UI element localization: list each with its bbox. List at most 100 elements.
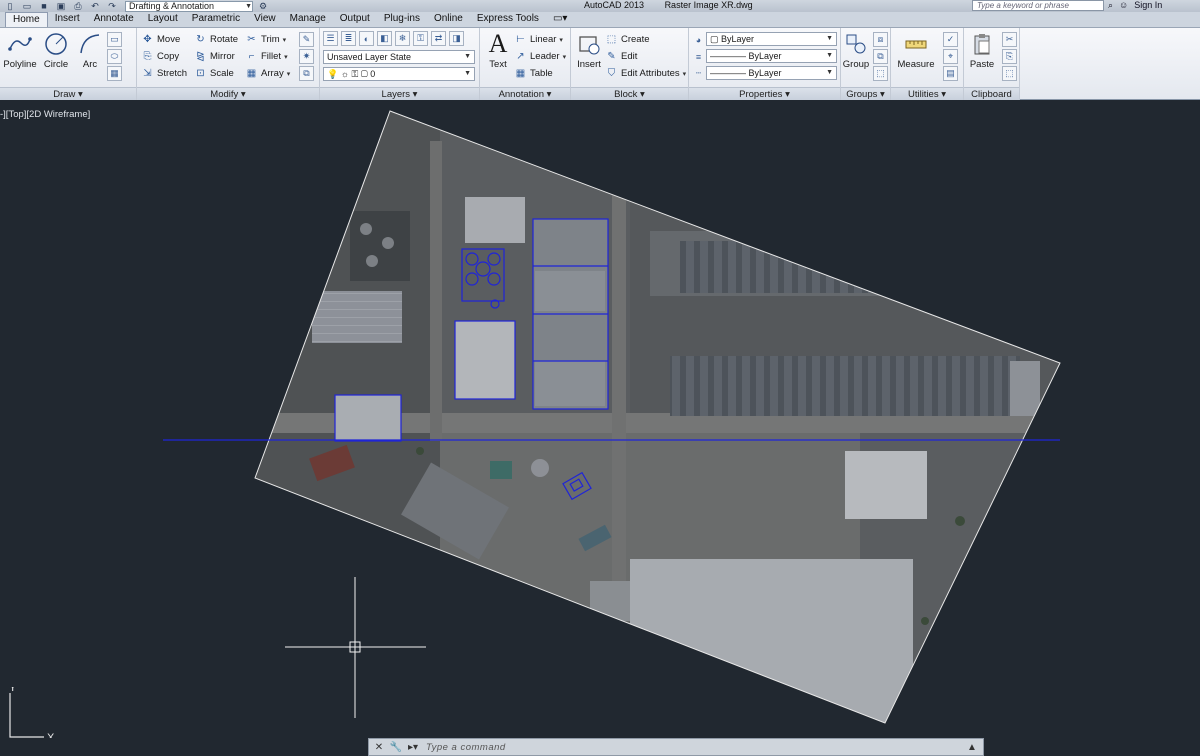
redo-icon[interactable]: ↷	[105, 1, 119, 11]
command-line[interactable]: ✕ 🔧 ▸▾ Type a command ▲	[368, 738, 984, 756]
id-point-icon[interactable]: ⌖	[943, 49, 958, 64]
chevron-up-icon[interactable]: ▲	[965, 740, 979, 754]
rotate-button[interactable]: ↻ Rotate	[194, 32, 238, 47]
properties-panel-title[interactable]: Properties ▾	[689, 87, 840, 100]
tab-manage[interactable]: Manage	[283, 12, 333, 27]
aerial-image[interactable]	[0, 101, 1200, 738]
tab-insert[interactable]: Insert	[48, 12, 87, 27]
quick-select-icon[interactable]: ✓	[943, 32, 958, 47]
binoculars-icon[interactable]: ⌕	[1108, 0, 1113, 11]
tab-layout[interactable]: Layout	[141, 12, 185, 27]
block-panel: Insert ⬚ Create ✎ Edit ⛉ Edit Attributes ▾ B…	[571, 28, 689, 100]
sign-in[interactable]: ⌕ ☺ Sign In	[1108, 0, 1162, 11]
calculator-icon[interactable]: ▤	[943, 66, 958, 81]
undo-icon[interactable]: ↶	[88, 1, 102, 11]
layer-isolate-icon[interactable]: ◧	[377, 31, 392, 46]
layer-state-icon[interactable]: ≣	[341, 31, 356, 46]
command-prompt-icon[interactable]: ▸▾	[406, 740, 420, 754]
tab-online[interactable]: Online	[427, 12, 470, 27]
ungroup-icon[interactable]: ⧈	[873, 32, 888, 47]
layer-lock-icon[interactable]: ⚿	[413, 31, 428, 46]
scale-button[interactable]: ⊡ Scale	[194, 66, 233, 81]
layer-match-icon[interactable]: ⇄	[431, 31, 446, 46]
edit-block-button[interactable]: ✎ Edit	[605, 49, 637, 64]
mirror-button[interactable]: ⧎ Mirror	[194, 49, 235, 64]
current-layer-select[interactable]: 💡 ☼ ⚿ ▢ 0 ▼	[323, 67, 475, 81]
fillet-button[interactable]: ⌐ Fillet ▾	[245, 49, 288, 64]
groups-panel-title[interactable]: Groups ▾	[841, 87, 890, 100]
trim-button[interactable]: ✂ Trim ▾	[245, 32, 286, 47]
search-input[interactable]: Type a keyword or phrase	[972, 0, 1104, 11]
save-as-icon[interactable]: ▣	[54, 1, 68, 11]
match-properties-icon[interactable]: ⬚	[1002, 66, 1017, 81]
edit-attributes-button[interactable]: ⛉ Edit Attributes ▾	[605, 66, 686, 81]
circle-button[interactable]: Circle	[38, 31, 74, 75]
new-icon[interactable]: ▯	[3, 1, 17, 11]
open-icon[interactable]: ▭	[20, 1, 34, 11]
edit-attributes-icon: ⛉	[607, 68, 616, 79]
wrench-icon[interactable]: 🔧	[389, 740, 403, 754]
rectangle-icon[interactable]: ▭	[107, 32, 122, 47]
ucs-icon: Y X	[4, 682, 64, 738]
save-icon[interactable]: ■	[37, 1, 51, 11]
polyline-button[interactable]: Polyline	[2, 31, 38, 75]
move-button[interactable]: ✥ Move	[141, 32, 180, 47]
ribbon-minimize-icon[interactable]: ▭▾	[546, 12, 574, 27]
layer-unisolate-icon[interactable]: ◨	[449, 31, 464, 46]
tab-annotate[interactable]: Annotate	[87, 12, 141, 27]
table-button[interactable]: ▦ Table	[514, 66, 553, 81]
close-icon[interactable]: ✕	[372, 740, 386, 754]
group-edit-icon[interactable]: ⧉	[873, 49, 888, 64]
cut-icon[interactable]: ✂	[1002, 32, 1017, 47]
layers-panel-title[interactable]: Layers ▾	[320, 87, 479, 100]
layer-state-select[interactable]: Unsaved Layer State ▼	[323, 50, 475, 64]
offset-icon[interactable]: ⧉	[299, 66, 314, 81]
text-button[interactable]: A Text	[480, 29, 516, 75]
workspace-settings-icon[interactable]: ⚙	[256, 1, 270, 11]
tab-home[interactable]: Home	[5, 12, 48, 27]
modify-panel: ✥ Move ⎘ Copy ⇲ Stretch ↻ Rotate ⧎ Mirror ⊡ Sc…	[137, 28, 320, 100]
explode-icon[interactable]: ✷	[299, 49, 314, 64]
linetype-select[interactable]: ———— ByLayer ▼	[706, 66, 837, 80]
group-button[interactable]: Group	[841, 31, 871, 75]
modify-panel-title[interactable]: Modify ▾	[137, 87, 319, 100]
lineweight-select[interactable]: ———— ByLayer ▼	[706, 49, 837, 63]
tab-express-tools[interactable]: Express Tools	[470, 12, 546, 27]
workspace-select[interactable]: Drafting & Annotation ▼	[125, 0, 253, 12]
create-block-button[interactable]: ⬚ Create	[605, 32, 650, 47]
ellipse-icon[interactable]: ⬭	[107, 49, 122, 64]
color-select[interactable]: ▢ ByLayer ▼	[706, 32, 837, 46]
array-button[interactable]: ▦ Array ▾	[245, 66, 290, 81]
polyline-label: Polyline	[3, 59, 37, 70]
sun-icon: ☼	[340, 69, 349, 79]
erase-icon[interactable]: ✎	[299, 32, 314, 47]
block-panel-title[interactable]: Block ▾	[571, 87, 688, 100]
hatch-icon[interactable]: ▦	[107, 66, 122, 81]
leader-button[interactable]: ↗ Leader ▾	[514, 49, 566, 64]
arc-button[interactable]: Arc	[72, 31, 108, 75]
paste-button[interactable]: Paste	[966, 31, 998, 75]
layer-freeze-icon[interactable]: ❄	[395, 31, 410, 46]
command-input[interactable]: Type a command	[426, 742, 506, 753]
linear-dimension-button[interactable]: ⊢ Linear ▾	[514, 32, 563, 47]
layer-off-icon[interactable]: ◐	[359, 31, 374, 46]
tab-parametric[interactable]: Parametric	[185, 12, 247, 27]
user-icon: ☺	[1119, 0, 1129, 10]
copy-clip-icon[interactable]: ⎘	[1002, 49, 1017, 64]
measure-button[interactable]: Measure	[897, 31, 935, 75]
tab-output[interactable]: Output	[333, 12, 377, 27]
annotation-panel-title[interactable]: Annotation ▾	[480, 87, 570, 100]
copy-button[interactable]: ⎘ Copy	[141, 49, 180, 64]
drawing-canvas[interactable]: -][Top][2D Wireframe] Y X	[0, 101, 1200, 738]
utilities-panel-title[interactable]: Utilities ▾	[891, 87, 963, 100]
tab-plug-ins[interactable]: Plug-ins	[377, 12, 427, 27]
group-select-icon[interactable]: ⬚	[873, 66, 888, 81]
create-block-icon: ⬚	[606, 34, 617, 45]
tab-view[interactable]: View	[247, 12, 283, 27]
plot-icon[interactable]: ⎙	[71, 1, 85, 11]
clipboard-panel-title[interactable]: Clipboard	[964, 87, 1019, 100]
stretch-button[interactable]: ⇲ Stretch	[141, 66, 187, 81]
draw-panel-title[interactable]: Draw ▾	[0, 87, 136, 100]
layer-properties-icon[interactable]: ☰	[323, 31, 338, 46]
insert-block-button[interactable]: Insert	[571, 31, 607, 75]
